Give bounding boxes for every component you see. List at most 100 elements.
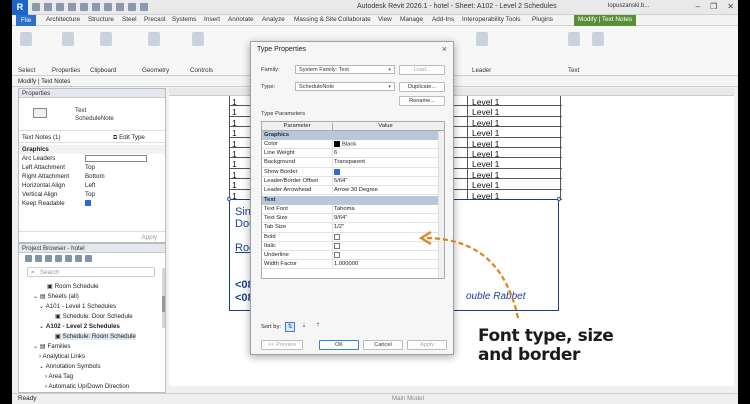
browser-tool-icon[interactable] [75,255,82,262]
browser-tool-icon[interactable] [45,255,52,262]
drag-grip[interactable] [227,197,231,201]
param-row[interactable]: Background Transparent [262,158,444,168]
edit-type-button[interactable]: ⧉ Edit Type [113,134,145,142]
tab-insert[interactable]: Insert [204,16,220,23]
browser-search-input[interactable]: Search [27,267,155,277]
tab-modify-text-notes[interactable]: Modify | Text Notes [574,15,637,26]
restore-icon[interactable]: ❐ [710,2,717,11]
tab-structure[interactable]: Structure [88,16,114,23]
join-icon[interactable] [192,32,204,46]
apply-button[interactable]: Apply [407,340,447,350]
tab-massing-site[interactable]: Massing & Site [294,16,337,23]
browser-tool-icon[interactable] [85,255,92,262]
close-icon[interactable]: ✕ [727,2,734,11]
cut-geometry-icon[interactable] [148,32,160,46]
ok-button[interactable]: OK [319,340,359,350]
param-row[interactable]: Line Weight 6 [262,149,444,159]
param-row[interactable]: Italic [262,241,444,251]
tab-file[interactable]: File [16,15,37,26]
open-icon[interactable] [32,3,40,11]
3d-view-icon[interactable] [128,3,136,11]
browser-tool-icon[interactable] [65,255,72,262]
apply-button[interactable]: Apply [142,234,157,241]
tree-item-selected[interactable]: ▣ Schedule: Room Schedule [55,333,136,340]
param-row[interactable]: Text Size 9/64" [262,214,444,224]
tree-item[interactable]: ▣ Room Schedule [47,283,99,290]
properties-icon[interactable] [62,32,74,46]
tree-item[interactable]: ▣ Schedule: Door Schedule [55,313,133,320]
sort-descending-icon[interactable]: ⇡ [313,322,323,332]
tree-item[interactable]: › Area Tag [45,373,73,380]
tab-architecture[interactable]: Architecture [46,16,80,23]
undo-icon[interactable] [68,3,76,11]
tab-plugins[interactable]: Plugins [532,16,553,23]
browser-tool-icon[interactable] [25,255,32,262]
param-row[interactable]: Tab Size 1/2" [262,223,444,233]
param-row[interactable]: Width Factor 1.000000 [262,260,444,270]
tree-item[interactable]: ⌄ A102 - Level 2 Schedules [39,323,120,330]
prop-value[interactable]: Bottom [85,173,105,180]
tree-item[interactable]: › Automatic Up/Down Direction [45,383,129,390]
save-icon[interactable] [44,3,52,11]
close-icon[interactable]: × [442,44,447,54]
main-model-selector[interactable]: Main Model [392,395,424,402]
app-menu-button[interactable]: R [12,0,28,15]
paste-icon[interactable] [100,32,112,46]
redo-icon[interactable] [80,3,88,11]
tab-annotate[interactable]: Annotate [228,16,254,23]
add-leader-icon[interactable] [476,32,488,46]
tab-precast[interactable]: Precast [144,16,166,23]
spelling-icon[interactable] [592,32,604,46]
arc-leaders-field[interactable] [85,155,147,162]
param-row[interactable]: Bold [262,232,444,242]
type-select[interactable]: ScheduleNote ▾ [295,82,395,91]
tab-steel[interactable]: Steel [122,16,137,23]
text-group[interactable]: Text⌃ [262,196,444,205]
tab-collaborate[interactable]: Collaborate [338,16,371,23]
tab-manage[interactable]: Manage [400,16,423,23]
tab-analyze[interactable]: Analyze [262,16,285,23]
bold-checkbox[interactable] [334,233,340,240]
section-icon[interactable] [140,3,148,11]
sort-ascending-icon[interactable]: ⇣ [299,322,309,332]
param-row[interactable]: Text Font Tahoma [262,205,444,215]
load-button[interactable]: Load... [399,65,445,75]
tree-item[interactable]: ⌄ ▤ Families [33,343,71,350]
tree-item[interactable]: ⌄ ▤ Sheets (all) [33,293,79,300]
browser-tool-icon[interactable] [55,255,62,262]
param-row[interactable]: Leader/Border Offset 5/64" [262,176,444,186]
param-row[interactable]: Show Border [262,167,444,177]
prop-value[interactable]: Top [85,164,95,171]
show-border-checkbox[interactable] [334,168,340,175]
param-row[interactable]: Leader Arrowhead Arrow 30 Degree [262,186,444,196]
prop-value[interactable]: Top [85,191,95,198]
modify-icon[interactable] [20,32,32,46]
duplicate-button[interactable]: Duplicate... [399,82,445,92]
sort-grouped-icon[interactable]: ⇅ [285,322,295,332]
graphics-category[interactable]: Graphics [19,145,165,154]
measure-icon[interactable] [104,3,112,11]
drag-grip[interactable] [557,197,561,201]
tree-item[interactable]: › Analytical Links [39,353,85,360]
print-icon[interactable] [92,3,100,11]
type-selector[interactable]: Text ScheduleNote [19,99,165,131]
tree-item[interactable]: ⌄ Annotation Symbols [39,363,101,370]
preview-button[interactable]: << Preview [261,340,303,350]
prop-value[interactable]: Left [85,182,95,189]
tree-item[interactable]: ⌄ A101 - Level 1 Schedules [39,303,116,310]
instance-filter[interactable]: Text Notes (1) [22,134,61,141]
user-name[interactable]: lopuszanski.b... [608,3,649,9]
param-row[interactable]: Underline [262,251,444,261]
family-select[interactable]: System Family: Text ▾ [295,65,395,74]
param-row[interactable]: Color Black [262,140,444,150]
keep-readable-checkbox[interactable] [85,200,91,207]
minimize-icon[interactable]: – [696,2,700,11]
text-format-icon[interactable] [568,32,580,46]
tab-add-ins[interactable]: Add-Ins [432,16,454,23]
underline-checkbox[interactable] [334,252,340,258]
sync-icon[interactable] [56,3,64,11]
italic-checkbox[interactable] [334,242,340,249]
tab-interoperability-tools[interactable]: Interoperability Tools [462,16,521,23]
graphics-group[interactable]: Graphics⌃ [262,131,444,140]
browser-tool-icon[interactable] [35,255,42,262]
